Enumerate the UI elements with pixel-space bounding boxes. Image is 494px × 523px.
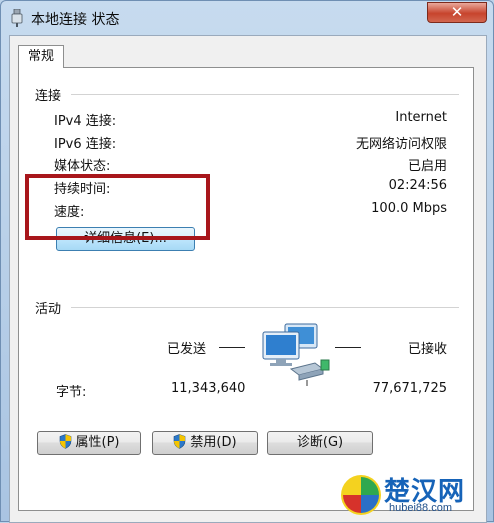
diagnose-button[interactable]: 诊断(G) <box>267 431 373 455</box>
sent-label: 已发送 <box>167 342 207 357</box>
divider <box>71 94 459 95</box>
bytes-sent-value: 11,343,640 <box>171 381 246 396</box>
section-heading-connection: 连接 <box>35 89 62 104</box>
disable-label: 禁用(D) <box>190 435 237 450</box>
uac-shield-icon <box>59 434 71 449</box>
properties-button[interactable]: 属性(P) <box>37 431 141 455</box>
disable-button[interactable]: 禁用(D) <box>152 431 258 455</box>
bytes-received-value: 77,671,725 <box>372 381 447 396</box>
network-computers-icon <box>262 323 330 386</box>
ipv4-value: Internet <box>395 110 447 125</box>
media-state-label: 媒体状态: <box>54 159 111 174</box>
close-button[interactable]: ✕ <box>427 2 487 23</box>
dialog-client-area: 常规 连接 IPv4 连接: Internet IPv6 连接: 无网络访问权限… <box>9 35 487 523</box>
speed-label: 速度: <box>54 205 85 220</box>
watermark-url: hubei88.com <box>389 502 452 514</box>
received-label: 已接收 <box>407 342 447 357</box>
speed-value: 100.0 Mbps <box>371 201 447 216</box>
watermark: 楚汉网 hubei88.com <box>339 471 491 519</box>
section-heading-activity: 活动 <box>35 302 62 317</box>
tab-general[interactable]: 常规 <box>18 45 64 68</box>
watermark-logo-icon <box>341 475 381 515</box>
title-bar[interactable]: 本地连接 状态 ✕ <box>1 1 493 35</box>
uac-shield-icon <box>174 434 186 449</box>
tab-panel-general: 连接 IPv4 连接: Internet IPv6 连接: 无网络访问权限 媒体… <box>18 67 474 511</box>
sent-dash <box>219 347 245 348</box>
details-button[interactable]: 详细信息(E)... <box>56 227 195 251</box>
duration-value: 02:24:56 <box>388 178 447 193</box>
properties-label: 属性(P) <box>75 435 120 450</box>
window-title: 本地连接 状态 <box>31 12 120 28</box>
media-state-value: 已启用 <box>407 159 447 174</box>
bytes-label: 字节: <box>56 385 87 400</box>
ipv6-value: 无网络访问权限 <box>355 137 447 152</box>
ipv6-label: IPv6 连接: <box>54 137 117 152</box>
dialog-window: 本地连接 状态 ✕ 常规 连接 IPv4 连接: Internet IPv6 连… <box>0 0 494 523</box>
duration-label: 持续时间: <box>54 182 111 197</box>
network-adapter-icon <box>11 9 23 27</box>
divider <box>71 307 459 308</box>
ipv4-label: IPv4 连接: <box>54 114 117 129</box>
received-dash <box>335 347 361 348</box>
